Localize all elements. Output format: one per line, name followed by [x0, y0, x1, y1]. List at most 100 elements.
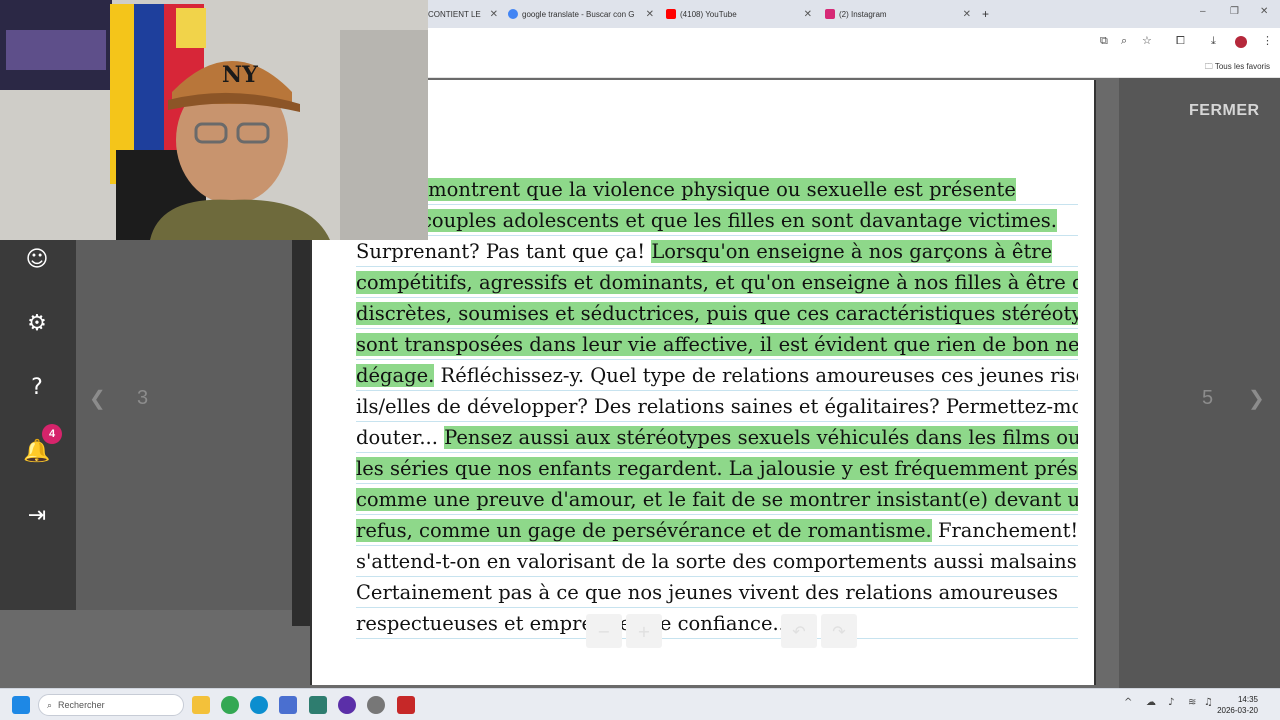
close-icon[interactable]: ✕: [646, 9, 654, 20]
cloud-icon[interactable]: ☁: [1146, 697, 1156, 708]
prev-arrow-icon[interactable]: ❮: [89, 386, 106, 411]
store-icon[interactable]: [279, 696, 297, 714]
text-line: compétitifs, agressifs et dominants, et …: [356, 267, 1078, 298]
text-line: Certainement pas à ce que nos jeunes viv…: [356, 577, 1078, 608]
text-line: discrètes, soumises et séductrices, puis…: [356, 298, 1078, 329]
text-segment: s'attend-t-on en valorisant de la sorte …: [356, 550, 1078, 573]
wifi-icon[interactable]: ≋: [1188, 697, 1196, 708]
maximize-icon[interactable]: ❐: [1230, 6, 1239, 17]
screenshot-icon[interactable]: ⧉: [1100, 34, 1108, 48]
highlighted-text: comme une preuve d'amour, et le fait de …: [356, 488, 1078, 511]
file-explorer-icon[interactable]: [192, 696, 210, 714]
text-line: Surprenant? Pas tant que ça! Lorsqu'on e…: [356, 236, 1078, 267]
window-close-icon[interactable]: ✕: [1260, 6, 1268, 17]
tab-title: (2) Instagram: [839, 9, 887, 19]
youtube-icon: [666, 9, 676, 19]
profile-avatar[interactable]: [1235, 36, 1247, 48]
highlighted-text: études montrent que la violence physique…: [356, 178, 1016, 201]
text-line: dégage. Réfléchissez-y. Quel type de rel…: [356, 360, 1078, 391]
logout-icon[interactable]: ⇥: [22, 500, 52, 530]
webcam-overlay: NY: [0, 0, 428, 240]
menu-icon[interactable]: ⋮: [1262, 34, 1273, 47]
highlighted-text: compétitifs, agressifs et dominants, et …: [356, 271, 1078, 294]
text-segment: Certainement pas à ce que nos jeunes viv…: [356, 581, 1059, 604]
instagram-icon: [825, 9, 835, 19]
highlighted-text: les séries que nos enfants regardent. La…: [356, 457, 1078, 480]
download-icon[interactable]: ⤓: [1211, 34, 1216, 48]
text-segment: ils/elles de développer? Des relations s…: [356, 395, 1078, 418]
highlighted-text: sont transposées dans leur vie affective…: [356, 333, 1078, 356]
page-edge-strip: [292, 240, 310, 626]
taskbar: ⌕ Rechercher ^ ☁ ♪ ≋ ♫ 14:35 2026-03-20: [0, 688, 1280, 720]
text-line: sont transposées dans leur vie affective…: [356, 329, 1078, 360]
folder-icon: 🗀: [1204, 62, 1215, 71]
text-line: comme une preuve d'amour, et le fait de …: [356, 484, 1078, 515]
tab-google-translate[interactable]: google translate - Buscar con G ✕: [508, 4, 654, 24]
star-icon[interactable]: ☆: [1142, 34, 1152, 47]
text-line: douter... Pensez aussi aux stéréotypes s…: [356, 422, 1078, 453]
chevron-up-icon[interactable]: ^: [1124, 697, 1132, 708]
prev-page-number[interactable]: 3: [137, 387, 148, 410]
search-icon: ⌕: [47, 699, 53, 710]
chrome-icon[interactable]: [221, 696, 239, 714]
face-icon[interactable]: ☺: [22, 244, 52, 274]
zoom-out-button[interactable]: −: [586, 614, 622, 648]
windows-start-icon[interactable]: [12, 696, 30, 714]
mic-icon[interactable]: ♪: [1168, 697, 1174, 708]
highlighted-text: Pensez aussi aux stéréotypes sexuels véh…: [444, 426, 1078, 449]
next-page-number[interactable]: 5: [1202, 387, 1213, 410]
close-icon[interactable]: ✕: [963, 9, 971, 20]
text-line: les séries que nos enfants regardent. La…: [356, 453, 1078, 484]
google-icon: [508, 9, 518, 19]
settings-app-icon[interactable]: [367, 696, 385, 714]
tab-title: CONTIENT LE: [428, 9, 481, 19]
text-segment: douter...: [356, 426, 445, 449]
help-icon[interactable]: ?: [22, 372, 52, 402]
text-line: ils/elles de développer? Des relations s…: [356, 391, 1078, 422]
system-clock[interactable]: 14:35 2026-03-20: [1217, 694, 1258, 716]
taskbar-search[interactable]: ⌕ Rechercher: [38, 694, 184, 716]
tab-title: (4108) YouTube: [680, 9, 737, 19]
volume-icon[interactable]: ♫: [1204, 697, 1213, 708]
edge-icon[interactable]: [250, 696, 268, 714]
text-segment: Franchement! À quoi: [937, 519, 1078, 542]
screen: CONTIENT LE ✕ google translate - Buscar …: [0, 0, 1280, 720]
svg-text:NY: NY: [222, 62, 258, 88]
close-icon[interactable]: ✕: [490, 9, 498, 20]
right-panel: [1119, 78, 1280, 688]
text-line: % des couples adolescents et que les fil…: [356, 205, 1078, 236]
extensions-icon[interactable]: ⧠: [1176, 34, 1185, 48]
notification-badge: 4: [42, 424, 62, 444]
text-line: respectueuses et empreintes de confiance…: [356, 608, 1078, 639]
highlighted-text: dégage.: [356, 364, 435, 387]
app-icon[interactable]: [338, 696, 356, 714]
zoom-icon[interactable]: ⌕: [1121, 34, 1127, 48]
next-arrow-icon[interactable]: ❯: [1248, 386, 1265, 411]
highlighted-text: discrètes, soumises et séductrices, puis…: [356, 302, 1078, 325]
highlighted-text: refus, comme un gage de persévérance et …: [356, 519, 932, 542]
text-segment: Surprenant? Pas tant que ça!: [356, 240, 652, 263]
pdf-app-icon[interactable]: [397, 696, 415, 714]
all-bookmarks-folder[interactable]: 🗀 Tous les favoris: [1205, 61, 1270, 75]
text-segment: Réfléchissez-y. Quel type de relations a…: [434, 364, 1078, 387]
redo-button[interactable]: ↷: [821, 614, 857, 648]
highlighted-text: Lorsqu'on enseigne à nos garçons à être: [651, 240, 1053, 263]
highlighted-text: % des couples adolescents et que les fil…: [356, 209, 1058, 232]
minimize-icon[interactable]: –: [1200, 6, 1206, 17]
new-tab-button[interactable]: +: [982, 4, 996, 24]
tab-contient[interactable]: CONTIENT LE ✕: [428, 4, 498, 24]
undo-button[interactable]: ↶: [781, 614, 817, 648]
webcam-image: NY: [0, 0, 428, 240]
text-segment: respectueuses et empreintes de confiance…: [356, 612, 792, 635]
tab-youtube[interactable]: (4108) YouTube ✕: [666, 4, 812, 24]
gear-icon[interactable]: ⚙: [22, 308, 52, 338]
text-line: études montrent que la violence physique…: [356, 174, 1078, 205]
zoom-in-button[interactable]: +: [626, 614, 662, 648]
tab-title: google translate - Buscar con G: [522, 9, 635, 19]
calculator-icon[interactable]: [309, 696, 327, 714]
close-button[interactable]: FERMER: [1189, 102, 1260, 120]
document-text: études montrent que la violence physique…: [356, 174, 1078, 639]
text-line: s'attend-t-on en valorisant de la sorte …: [356, 546, 1078, 577]
tab-instagram[interactable]: (2) Instagram ✕: [825, 4, 971, 24]
close-icon[interactable]: ✕: [804, 9, 812, 20]
